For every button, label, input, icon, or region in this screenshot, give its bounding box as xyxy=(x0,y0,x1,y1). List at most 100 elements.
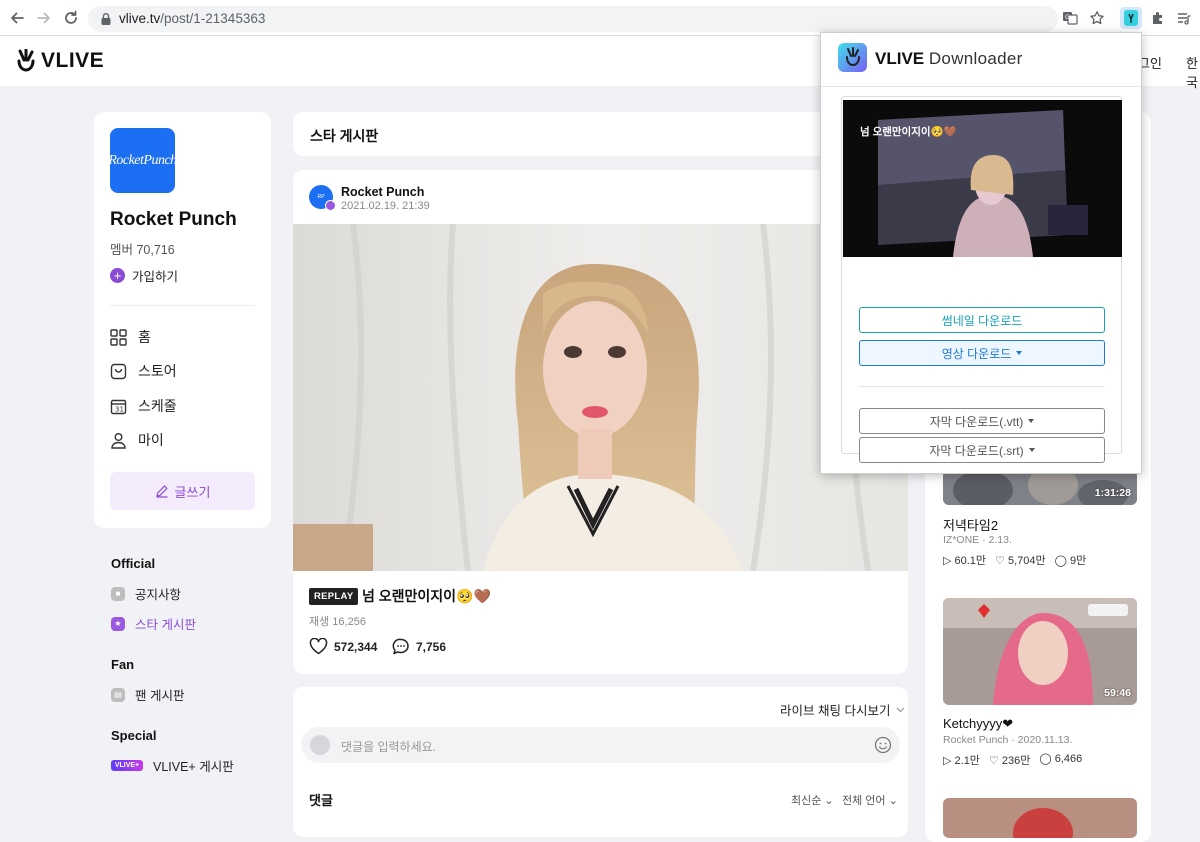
video-thumbnail-3[interactable] xyxy=(943,798,1137,838)
post-author[interactable]: Rocket Punch xyxy=(341,185,424,199)
board-notice[interactable]: ■ 공지사항 xyxy=(111,584,181,603)
author-avatar[interactable]: RP xyxy=(309,185,336,211)
video-title[interactable]: Ketchyyyy❤ xyxy=(943,716,1013,732)
star-bookmark-icon[interactable] xyxy=(1089,10,1105,26)
menu-item-home[interactable]: 홈 xyxy=(110,327,151,347)
heart-icon xyxy=(309,638,328,655)
menu-item-store[interactable]: 스토어 xyxy=(110,361,177,381)
vlive-logo[interactable]: VLIVE xyxy=(15,48,104,74)
sort-latest-dropdown[interactable]: 최신순 ⌄ xyxy=(791,792,834,808)
menu-item-my[interactable]: 마이 xyxy=(110,430,164,450)
forward-arrow-icon[interactable] xyxy=(35,9,53,27)
like-count: 572,344 xyxy=(334,639,378,654)
downloader-logo-icon xyxy=(838,43,867,72)
like-stat: ♡ 236만 xyxy=(988,755,1031,767)
menu-item-schedule[interactable]: 31 스케줄 xyxy=(110,396,177,416)
channel-logo[interactable]: RocketPunch xyxy=(108,128,177,193)
browser-toolbar: vlive.tv/post/1-21345363 G xyxy=(0,0,1200,36)
video-duration: 1:31:28 xyxy=(1094,487,1131,499)
video-duration: 59:46 xyxy=(1104,687,1131,699)
replay-badge: REPLAY xyxy=(309,588,359,605)
like-stat: ♡ 5,704만 xyxy=(995,555,1046,567)
channel-logo-text: RocketPunch xyxy=(108,152,177,168)
button-label: 자막 다운로드(.srt) xyxy=(929,443,1024,458)
thumbnail-image xyxy=(943,798,1137,838)
board-star[interactable]: ★ 스타 게시판 xyxy=(111,614,196,633)
board-vliveplus[interactable]: VLIVE+ VLIVE+ 게시판 xyxy=(111,756,234,775)
comment-section: 라이브 채팅 다시보기 댓글을 입력하세요. 댓글 최신순 ⌄ 전체 언어 ⌄ xyxy=(293,687,908,837)
like-count: 236만 xyxy=(1001,755,1031,767)
vlive-downloader-extension-icon[interactable] xyxy=(1120,7,1142,29)
emoji-icon[interactable] xyxy=(874,736,892,754)
plus-icon: + xyxy=(110,268,125,283)
caret-down-icon xyxy=(1016,351,1023,355)
popup-header: VLIVE Downloader xyxy=(821,33,1141,87)
comment-stat: ◯ 9만 xyxy=(1054,555,1087,567)
write-post-button[interactable]: 글쓰기 xyxy=(110,472,255,510)
subtitle-vtt-download-button[interactable]: 자막 다운로드(.vtt) xyxy=(859,408,1105,434)
write-label: 글쓰기 xyxy=(174,484,211,500)
video-thumbnail-1[interactable]: 1:31:28 xyxy=(943,470,1137,505)
video-channel: Rocket Punch xyxy=(943,734,1009,746)
comment-placeholder: 댓글을 입력하세요. xyxy=(341,740,436,754)
video-date: 2.13. xyxy=(988,534,1012,546)
board-fan[interactable]: ▤ 팬 게시판 xyxy=(111,685,184,704)
special-section-title: Special xyxy=(111,728,157,743)
puzzle-extensions-icon[interactable] xyxy=(1150,10,1166,26)
play-count: 60.1만 xyxy=(954,555,987,567)
video-title[interactable]: 저녁타임2 xyxy=(943,515,998,534)
video-date: 2020.11.13. xyxy=(1017,734,1073,746)
divider xyxy=(859,386,1105,387)
video-meta: IZ*ONE · 2.13. xyxy=(943,534,1012,546)
comment-bubble-icon xyxy=(392,638,409,655)
board-header: 스타 게시판 xyxy=(293,112,908,156)
address-bar[interactable]: vlive.tv/post/1-21345363 xyxy=(88,6,1058,32)
menu-item-label: 홈 xyxy=(138,329,151,345)
comment-stat: ◯ 6,466 xyxy=(1039,753,1083,765)
live-chat-replay-button[interactable]: 라이브 채팅 다시보기 xyxy=(780,700,905,719)
translate-icon[interactable]: G xyxy=(1062,10,1078,26)
popup-video-thumbnail: 넘 오랜만이지이🥺🤎 xyxy=(843,100,1122,257)
logo-text: VLIVE xyxy=(41,49,105,72)
menu-item-label: 스케줄 xyxy=(138,398,177,414)
divider xyxy=(110,305,255,306)
comment-count: 6,466 xyxy=(1054,753,1083,765)
language-selector[interactable]: 한국 xyxy=(1186,53,1200,91)
video-thumbnail-2[interactable]: 59:46 xyxy=(943,598,1137,705)
subtitle-srt-download-button[interactable]: 자막 다운로드(.srt) xyxy=(859,437,1105,463)
back-arrow-icon[interactable] xyxy=(8,9,26,27)
join-button[interactable]: + 가입하기 xyxy=(110,266,178,285)
popup-title-bold: VLIVE xyxy=(875,49,925,68)
media-queue-icon[interactable] xyxy=(1176,10,1192,26)
megaphone-icon: ■ xyxy=(111,586,125,601)
comment-input[interactable]: 댓글을 입력하세요. xyxy=(301,727,900,763)
reload-icon[interactable] xyxy=(62,9,80,27)
official-section-title: Official xyxy=(111,556,156,571)
video-stats: ▷ 2.1만 ♡ 236만 ◯ 6,466 xyxy=(943,752,1082,768)
language-filter-dropdown[interactable]: 전체 언어 ⌄ xyxy=(842,792,898,808)
calendar-icon: 31 xyxy=(110,399,127,414)
svg-text:G: G xyxy=(1065,14,1070,21)
video-player[interactable] xyxy=(293,224,908,571)
comment-button[interactable]: 7,756 xyxy=(392,638,446,655)
board-label: 공지사항 xyxy=(135,588,182,602)
video-download-button[interactable]: 영상 다운로드 xyxy=(859,340,1105,366)
lock-icon xyxy=(101,13,111,25)
url-text: vlive.tv/post/1-21345363 xyxy=(119,11,265,26)
url-host: vlive.tv xyxy=(119,11,161,26)
user-avatar xyxy=(310,735,330,755)
play-count: 재생 16,256 xyxy=(309,616,366,628)
like-button[interactable]: 572,344 xyxy=(309,638,377,655)
comment-count: 7,756 xyxy=(416,639,447,654)
channel-name[interactable]: Rocket Punch xyxy=(110,209,237,231)
board-title: 스타 게시판 xyxy=(310,128,379,144)
join-label: 가입하기 xyxy=(132,270,179,284)
star-badge-icon xyxy=(325,200,336,211)
star-icon: ★ xyxy=(111,616,125,631)
chevron-down-icon xyxy=(897,707,905,712)
thumbnail-download-button[interactable]: 썸네일 다운로드 xyxy=(859,307,1105,333)
board-label: 스타 게시판 xyxy=(135,618,196,632)
post-title[interactable]: 넘 오랜만이지이🥺🤎 xyxy=(362,586,491,606)
post-card: RP Rocket Punch 2021.02.19. 21:39 REPLAY… xyxy=(293,170,908,674)
board-label: 팬 게시판 xyxy=(135,689,185,703)
